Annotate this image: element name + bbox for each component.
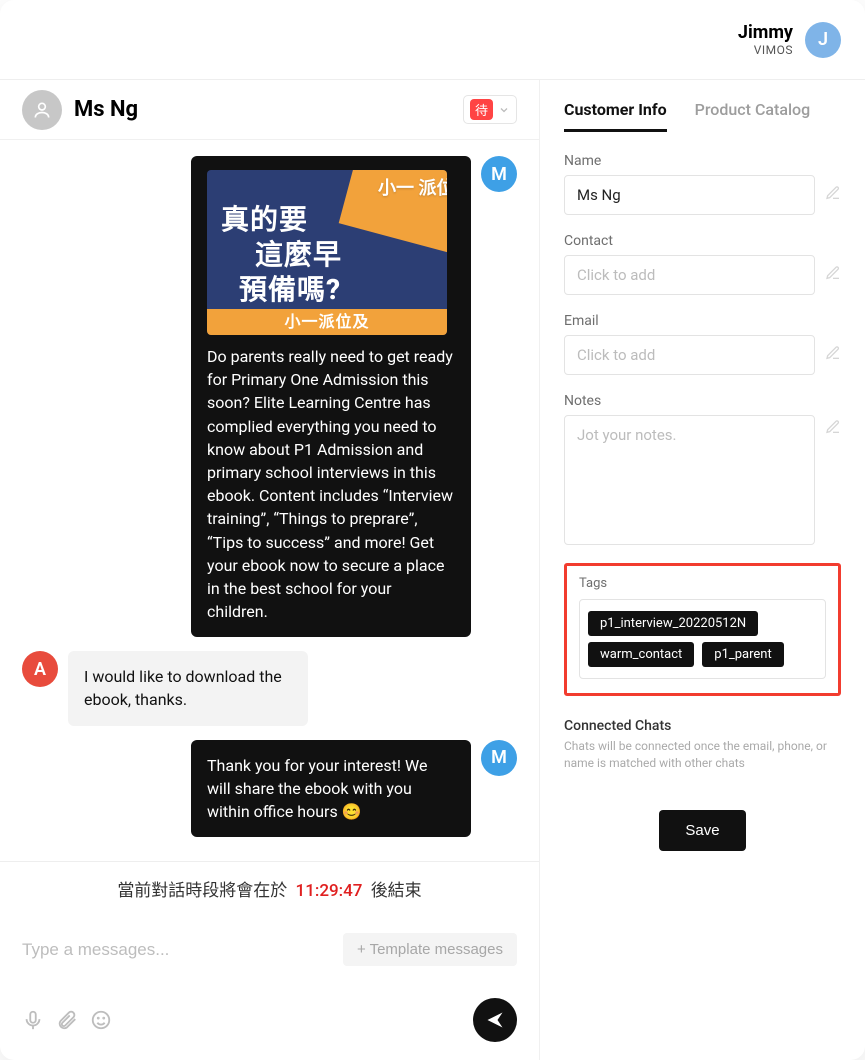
message-row: 小一 派位 真的要 這麼早 預備嗎? 小一派位及 Do parents real… <box>22 156 517 637</box>
send-button[interactable] <box>473 998 517 1042</box>
field-contact: Contact <box>564 233 841 295</box>
emoji-icon[interactable] <box>90 1009 112 1031</box>
connected-chats-title: Connected Chats <box>564 718 841 734</box>
message-text: Do parents really need to get ready for … <box>207 345 455 623</box>
tag-chip[interactable]: p1_parent <box>702 642 783 667</box>
session-countdown: 11:29:47 <box>296 881 363 901</box>
save-button[interactable]: Save <box>659 810 745 851</box>
tab-product-catalog[interactable]: Product Catalog <box>695 100 811 132</box>
message-avatar: A <box>22 651 58 687</box>
email-input[interactable] <box>564 335 815 375</box>
message-bubble: Thank you for your interest! We will sha… <box>191 740 471 838</box>
chevron-down-icon <box>498 104 510 116</box>
field-name: Name <box>564 153 841 215</box>
notes-textarea[interactable] <box>564 415 815 545</box>
message-bubble: 小一 派位 真的要 這麼早 預備嗎? 小一派位及 Do parents real… <box>191 156 471 637</box>
contact-input[interactable] <box>564 255 815 295</box>
field-label: Email <box>564 313 841 329</box>
connected-chats-section: Connected Chats Chats will be connected … <box>564 718 841 772</box>
edit-icon[interactable] <box>825 265 841 285</box>
promo-main-text: 真的要 這麼早 預備嗎? <box>221 202 342 307</box>
session-expiry-notice: 當前對話時段將會在於 11:29:47 後結束 <box>0 861 539 919</box>
promo-corner-text: 小一 派位 <box>378 180 447 199</box>
edit-icon[interactable] <box>825 419 841 439</box>
message-text: Thank you for your interest! We will sha… <box>207 754 455 824</box>
promo-strip-text: 小一派位及 <box>207 309 447 335</box>
edit-icon[interactable] <box>825 185 841 205</box>
mic-icon[interactable] <box>22 1009 44 1031</box>
message-text: I would like to download the ebook, than… <box>84 665 292 711</box>
side-tabs: Customer Info Product Catalog <box>564 100 841 133</box>
chat-message-list[interactable]: 小一 派位 真的要 這麼早 預備嗎? 小一派位及 Do parents real… <box>0 140 539 861</box>
message-avatar: M <box>481 740 517 776</box>
send-icon <box>485 1010 505 1030</box>
app-window: Jimmy VIMOS J Ms Ng 待 <box>0 0 865 1060</box>
connected-chats-sub: Chats will be connected once the email, … <box>564 738 841 772</box>
message-input[interactable] <box>22 940 329 960</box>
contact-name: Ms Ng <box>74 97 463 122</box>
contact-avatar <box>22 90 62 130</box>
field-notes: Notes <box>564 393 841 545</box>
message-bubble: I would like to download the ebook, than… <box>68 651 308 725</box>
header-org-name: VIMOS <box>738 43 793 57</box>
field-email: Email <box>564 313 841 375</box>
tags-container[interactable]: p1_interview_20220512N warm_contact p1_p… <box>579 599 826 679</box>
customer-info-pane: Customer Info Product Catalog Name Conta… <box>540 80 865 1060</box>
edit-icon[interactable] <box>825 345 841 365</box>
field-label: Contact <box>564 233 841 249</box>
status-badge: 待 <box>470 99 493 120</box>
attachment-icon[interactable] <box>56 1009 78 1031</box>
message-avatar: M <box>481 156 517 192</box>
template-messages-button[interactable]: + Template messages <box>343 933 517 966</box>
tag-chip[interactable]: p1_interview_20220512N <box>588 611 758 636</box>
message-row: Thank you for your interest! We will sha… <box>22 740 517 838</box>
tag-chip[interactable]: warm_contact <box>588 642 694 667</box>
chat-pane: Ms Ng 待 小一 派位 真的要 這麼早 <box>0 80 540 1060</box>
chat-header: Ms Ng 待 <box>0 80 539 140</box>
app-header: Jimmy VIMOS J <box>0 0 865 80</box>
tags-label: Tags <box>579 576 826 591</box>
field-label: Name <box>564 153 841 169</box>
header-user-block: Jimmy VIMOS <box>738 22 793 57</box>
tags-section: Tags p1_interview_20220512N warm_contact… <box>564 563 841 696</box>
status-dropdown[interactable]: 待 <box>463 95 517 124</box>
header-user-name: Jimmy <box>738 22 793 43</box>
header-avatar[interactable]: J <box>805 22 841 58</box>
promo-image: 小一 派位 真的要 這麼早 預備嗎? 小一派位及 <box>207 170 447 335</box>
message-composer: + Template messages <box>0 919 539 1060</box>
tab-customer-info[interactable]: Customer Info <box>564 100 667 132</box>
field-label: Notes <box>564 393 841 409</box>
person-icon <box>32 100 52 120</box>
name-input[interactable] <box>564 175 815 215</box>
message-row: A I would like to download the ebook, th… <box>22 651 517 725</box>
